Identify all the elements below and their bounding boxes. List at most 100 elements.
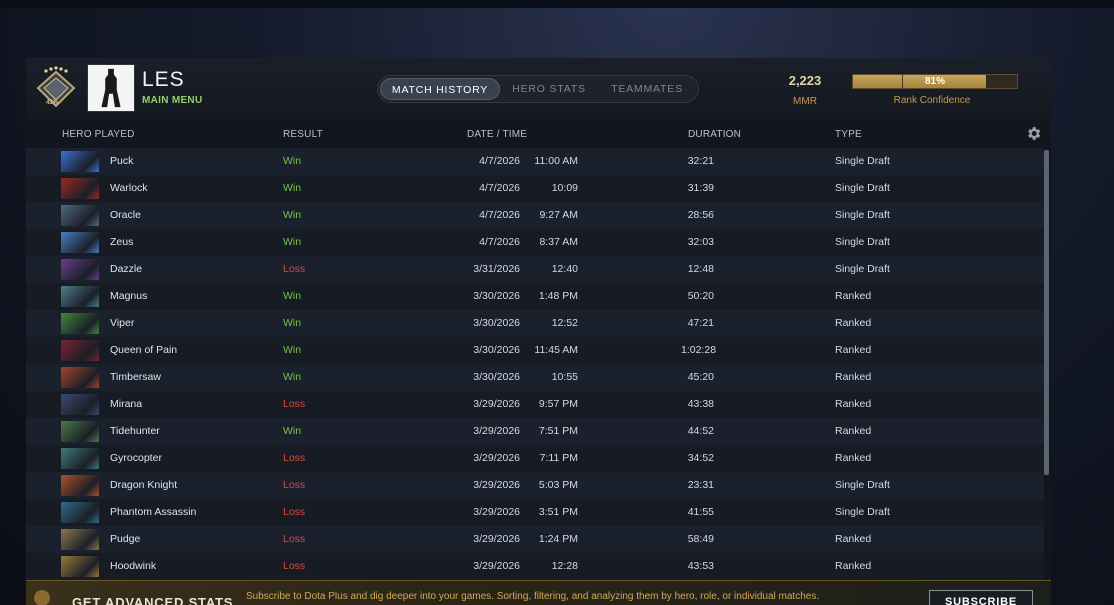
gear-icon[interactable]: [1025, 125, 1042, 142]
hero-portrait: [61, 178, 99, 199]
match-date: 4/7/2026: [479, 236, 520, 248]
avatar[interactable]: [87, 64, 135, 112]
match-row[interactable]: Queen of Pain Win 3/30/2026 11:45 AM 1:02:28…: [26, 337, 1044, 364]
hero-name: Viper: [110, 317, 135, 329]
hero-portrait: [61, 475, 99, 496]
col-duration[interactable]: DURATION: [688, 129, 741, 140]
match-list: Puck Win 4/7/2026 11:00 AM 32:21 Single Draft…: [26, 148, 1044, 599]
match-duration: 41:55: [687, 506, 714, 518]
match-time: 5:03 PM: [538, 479, 578, 491]
subscribe-button[interactable]: SUBSCRIBE: [929, 590, 1033, 605]
match-date: 3/31/2026: [473, 263, 520, 275]
match-row[interactable]: TimbersawWin3/30/202610:55 AM45:20Ranked: [26, 364, 1044, 410]
match-duration: 12:48: [687, 263, 714, 275]
player-name: LES: [142, 68, 185, 91]
hero-name: Oracle: [110, 209, 141, 221]
hero-name: Puck: [110, 155, 134, 167]
match-row[interactable]: Pudge Loss 3/29/2026 1:24 PM 58:49 Ranked: [26, 526, 1044, 553]
match-duration: 32:03: [687, 236, 714, 248]
match-result: Win: [283, 344, 302, 356]
match-time: 8:37 AM: [539, 236, 578, 248]
hero-name: Gyrocopter: [110, 452, 162, 464]
match-type: Ranked: [835, 425, 872, 437]
match-date: 3/29/2026: [473, 560, 520, 572]
match-row[interactable]: WarlockWin4/7/202610:09 AM31:39Single Dr…: [26, 175, 1044, 221]
hero-name: Hoodwink: [110, 560, 157, 572]
match-duration: 31:39: [687, 182, 714, 194]
hero-name: Pudge: [110, 533, 141, 545]
match-result: Loss: [283, 533, 306, 545]
hero-portrait: [61, 394, 99, 415]
hero-portrait: [61, 421, 99, 442]
match-duration: 45:20: [687, 371, 714, 383]
col-hero-played[interactable]: HERO PLAYED: [62, 129, 135, 140]
match-history-panel: 43% LES MAIN MENU MATCH HISTORY HERO STA…: [26, 58, 1051, 605]
match-date: 4/7/2026: [479, 209, 520, 221]
match-date: 3/29/2026: [473, 479, 520, 491]
match-row[interactable]: Mirana Loss 3/29/2026 9:57 PM 43:38 Ranked: [26, 391, 1044, 418]
hero-portrait: [61, 313, 99, 334]
hero-name: Magnus: [110, 290, 148, 302]
rank-confidence-bar: 81%: [852, 74, 1018, 89]
match-result: Win: [283, 317, 302, 329]
match-result: Loss: [283, 452, 306, 464]
hero-name: Queen of Pain: [110, 344, 178, 356]
match-time: 11:00 AM: [534, 155, 578, 167]
match-date: 3/30/2026: [473, 317, 520, 329]
match-duration: 43:53: [687, 560, 714, 572]
dota-plus-banner: GET ADVANCED STATS Subscribe to Dota Plu…: [26, 580, 1051, 605]
match-result: Loss: [283, 506, 306, 518]
match-row[interactable]: Magnus Win 3/30/2026 1:48 PM 50:20 Ranked: [26, 283, 1044, 310]
profile-header: 43% LES MAIN MENU MATCH HISTORY HERO STA…: [26, 58, 1051, 118]
match-type: Ranked: [835, 533, 872, 545]
match-duration: 34:52: [687, 452, 714, 464]
hero-name: Mirana: [110, 398, 143, 410]
match-date: 4/7/2026: [479, 155, 520, 167]
rank-percent: 43%: [46, 100, 59, 106]
match-row[interactable]: DazzleLoss3/31/202612:40 PM12:48Single D…: [26, 256, 1044, 302]
match-date: 3/30/2026: [473, 344, 520, 356]
rank-confidence-percent: 81%: [924, 76, 945, 87]
match-result: Win: [283, 209, 302, 221]
match-row[interactable]: Puck Win 4/7/2026 11:00 AM 32:21 Single Draft: [26, 148, 1044, 175]
tab-teammates[interactable]: TEAMMATES: [598, 78, 696, 100]
match-result: Loss: [283, 560, 306, 572]
match-type: Single Draft: [835, 155, 890, 167]
match-duration: 32:21: [687, 155, 714, 167]
mmr-label: MMR: [793, 96, 817, 107]
match-row[interactable]: HoodwinkLoss3/29/202612:28 PM43:53Ranked: [26, 553, 1044, 599]
match-row[interactable]: Dragon Knight Loss 3/29/2026 5:03 PM 23:31 Si…: [26, 472, 1044, 499]
match-result: Loss: [283, 263, 306, 275]
match-date: 3/30/2026: [473, 290, 520, 302]
tab-hero-stats[interactable]: HERO STATS: [500, 78, 598, 100]
match-row[interactable]: Oracle Win 4/7/2026 9:27 AM 28:56 Single Draf…: [26, 202, 1044, 229]
match-type: Single Draft: [835, 263, 890, 275]
col-result[interactable]: RESULT: [283, 129, 323, 140]
rank-confidence-label: Rank Confidence: [893, 95, 971, 106]
banner-text: Subscribe to Dota Plus and dig deeper in…: [246, 591, 820, 602]
match-time: 9:57 PM: [538, 398, 578, 410]
match-result: Loss: [283, 479, 306, 491]
scrollbar[interactable]: [1044, 150, 1049, 475]
match-row[interactable]: Phantom Assassin Loss 3/29/2026 3:51 PM 41:5…: [26, 499, 1044, 526]
match-date: 3/29/2026: [473, 452, 520, 464]
hero-portrait: [61, 367, 99, 388]
match-row[interactable]: ViperWin3/30/202612:52 PM47:21Ranked: [26, 310, 1044, 356]
tab-match-history[interactable]: MATCH HISTORY: [380, 78, 500, 100]
match-row[interactable]: Tidehunter Win 3/29/2026 7:51 PM 44:52 Ranked: [26, 418, 1044, 445]
main-menu-link[interactable]: MAIN MENU: [142, 95, 202, 106]
col-date-time[interactable]: DATE / TIME: [467, 129, 527, 140]
hero-name: Dazzle: [110, 263, 143, 275]
col-type[interactable]: TYPE: [835, 129, 862, 140]
match-row[interactable]: Gyrocopter Loss 3/29/2026 7:11 PM 34:52 Ranke…: [26, 445, 1044, 472]
hero-name: Timbersaw: [110, 371, 161, 383]
match-result: Win: [283, 290, 302, 302]
match-type: Single Draft: [835, 506, 890, 518]
hero-portrait: [61, 340, 99, 361]
match-time: 3:51 PM: [538, 506, 578, 518]
match-type: Ranked: [835, 371, 872, 383]
hero-name: Warlock: [110, 182, 148, 194]
match-duration: 23:31: [687, 479, 714, 491]
match-row[interactable]: Zeus Win 4/7/2026 8:37 AM 32:03 Single Draft: [26, 229, 1044, 256]
match-time: 1:24 PM: [538, 533, 578, 545]
